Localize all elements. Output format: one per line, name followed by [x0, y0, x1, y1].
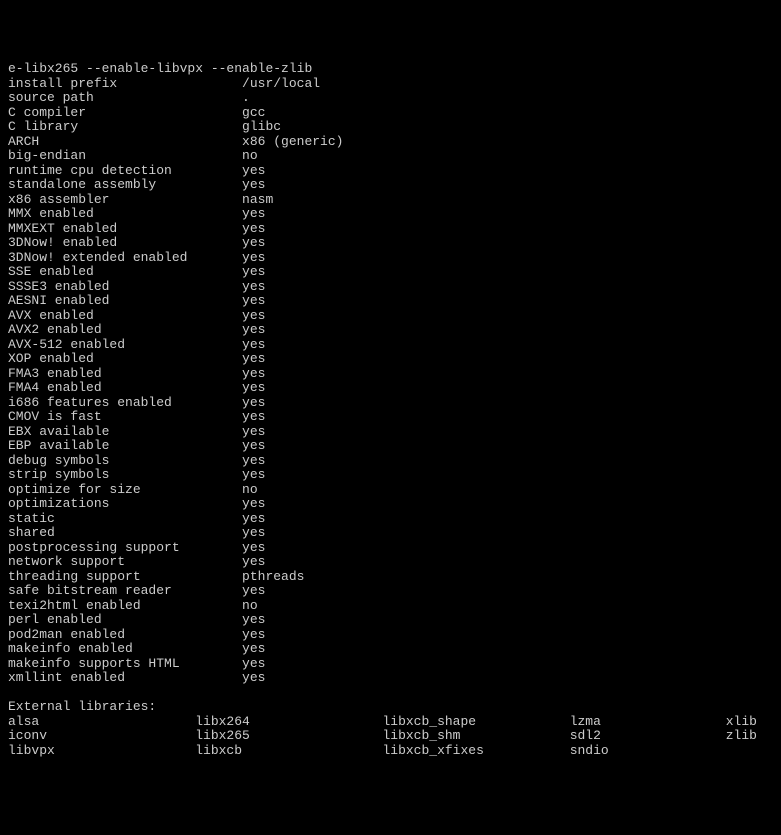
terminal-output: e-libx265 --enable-libvpx --enable-zlib … — [8, 62, 773, 758]
